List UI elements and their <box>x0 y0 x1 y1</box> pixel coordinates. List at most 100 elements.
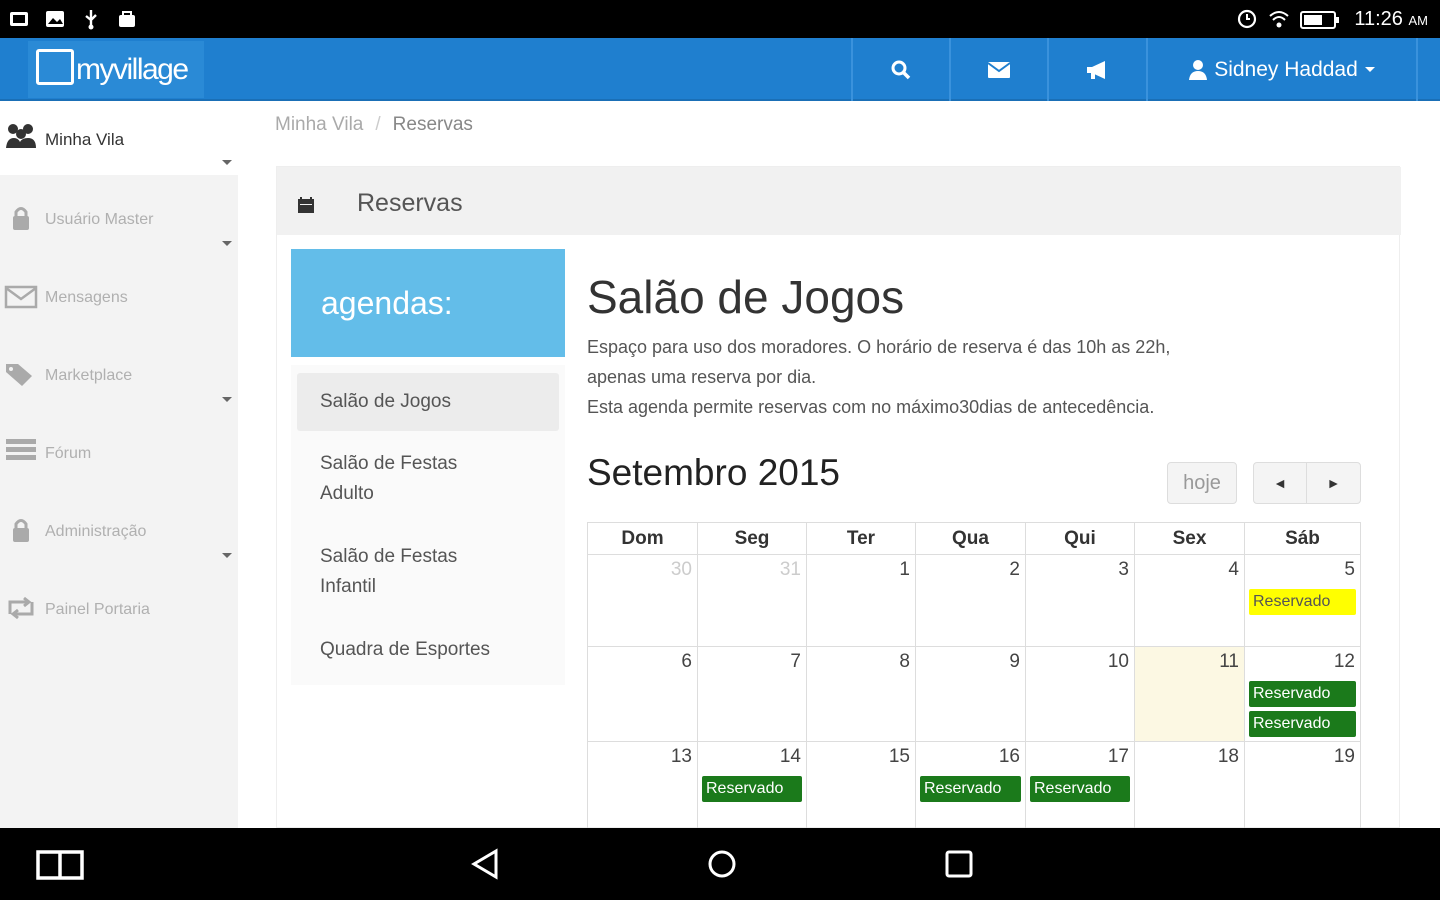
calendar-day[interactable]: 10 <box>1026 647 1135 742</box>
chevron-down-icon <box>1364 66 1375 72</box>
day-number: 8 <box>899 651 910 672</box>
description-line: Esta agenda permite reservas com no máxi… <box>587 397 1155 417</box>
sidebar-item-marketplace[interactable]: Marketplace <box>0 338 238 414</box>
alarm-icon <box>1237 9 1257 29</box>
day-number: 5 <box>1344 559 1355 580</box>
day-number: 6 <box>681 651 692 672</box>
sidebar: Minha Vila Usuário Master Mensagens Mark… <box>0 102 238 828</box>
agenda-item-label: Salão de Festas Adulto <box>320 453 458 504</box>
arrow-left-icon: ◄ <box>1273 475 1287 491</box>
arrow-right-icon: ► <box>1326 475 1341 491</box>
weekday-header: Ter <box>807 523 916 555</box>
weekday-header: Seg <box>698 523 807 555</box>
calendar-month-title: Setembro 2015 <box>587 452 841 493</box>
calendar-day-today[interactable]: 11 <box>1135 647 1245 742</box>
agenda-item-salao-festas-adulto[interactable]: Salão de Festas Adulto <box>297 449 497 509</box>
agenda-item-quadra-esportes[interactable]: Quadra de Esportes <box>297 635 559 665</box>
weekday-header: Qui <box>1026 523 1135 555</box>
day-number: 11 <box>1219 651 1239 672</box>
day-number: 14 <box>779 746 801 767</box>
lock-icon <box>13 207 29 230</box>
caret-down-icon <box>222 160 232 165</box>
prev-month-button[interactable]: ◄ <box>1253 462 1307 504</box>
image-icon <box>46 11 64 27</box>
calendar-day[interactable]: 31 <box>698 555 807 647</box>
reservation-event[interactable]: Reservado <box>1249 711 1356 737</box>
calendar-day[interactable]: 1 <box>807 555 916 647</box>
agenda-item-salao-festas-infantil[interactable]: Salão de Festas Infantil <box>297 542 497 602</box>
calendar-day[interactable]: 19 <box>1245 742 1361 828</box>
reservation-event[interactable]: Reservado <box>920 776 1021 802</box>
calendar-icon <box>298 197 314 213</box>
logo-box-icon <box>36 49 74 85</box>
weekday-header: Sáb <box>1245 523 1361 555</box>
reservation-event[interactable]: Reservado <box>1030 776 1130 802</box>
day-number: 10 <box>1107 651 1129 672</box>
search-icon <box>891 60 911 79</box>
breadcrumb-root[interactable]: Minha Vila <box>275 114 363 135</box>
sidebar-item-label: Minha Vila <box>45 130 125 149</box>
bag-icon <box>119 11 135 27</box>
users-icon <box>6 124 36 148</box>
sidebar-item-usuario-master[interactable]: Usuário Master <box>0 182 238 258</box>
calendar-day[interactable]: 9 <box>916 647 1026 742</box>
brand-logo[interactable]: myvillage <box>28 41 204 98</box>
top-navbar: myvillage Sidney Haddad <box>0 38 1440 101</box>
back-icon[interactable] <box>470 848 500 880</box>
agenda-description: Espaço para uso dos moradores. O horário… <box>587 332 1367 422</box>
day-number: 18 <box>1217 746 1239 767</box>
agenda-item-label: Quadra de Esportes <box>320 639 491 660</box>
sidebar-item-label: Administração <box>45 523 147 540</box>
calendar-day[interactable]: 13 <box>588 742 698 828</box>
sidebar-item-painel-portaria[interactable]: Painel Portaria <box>0 572 238 648</box>
reservation-event[interactable]: Reservado <box>702 776 802 802</box>
calendar-day[interactable]: 14 Reservado <box>698 742 807 828</box>
calendar-day[interactable]: 5 Reservado <box>1245 555 1361 647</box>
calendar-day[interactable]: 30 <box>588 555 698 647</box>
calendar-day[interactable]: 2 <box>916 555 1026 647</box>
today-button[interactable]: hoje <box>1167 462 1237 504</box>
sidebar-item-forum[interactable]: Fórum <box>0 416 238 492</box>
calendar-day[interactable]: 3 <box>1026 555 1135 647</box>
calendar-day[interactable]: 4 <box>1135 555 1245 647</box>
calendar-day[interactable]: 16 Reservado <box>916 742 1026 828</box>
sidebar-item-minha-vila[interactable]: Minha Vila <box>0 102 238 175</box>
reservation-event[interactable]: Reservado <box>1249 589 1356 615</box>
breadcrumb: Minha Vila / Reservas <box>275 114 473 136</box>
sidebar-item-mensagens[interactable]: Mensagens <box>0 260 238 336</box>
day-number: 15 <box>888 746 910 767</box>
next-month-button[interactable]: ► <box>1306 462 1361 504</box>
recents-icon[interactable] <box>944 849 974 879</box>
sidebar-item-label: Marketplace <box>45 367 133 384</box>
calendar-day[interactable]: 7 <box>698 647 807 742</box>
agenda-item-label: Salão de Jogos <box>320 391 451 412</box>
announcements-button[interactable] <box>1047 38 1146 101</box>
description-line: apenas uma reserva por dia. <box>587 367 817 387</box>
list-icon <box>6 439 36 460</box>
reservation-event[interactable]: Reservado <box>1249 681 1356 707</box>
caret-down-icon <box>222 553 232 558</box>
battery-icon <box>1300 11 1339 29</box>
megaphone-icon <box>1086 60 1105 79</box>
day-number: 12 <box>1333 651 1355 672</box>
messages-button[interactable] <box>949 38 1047 101</box>
user-menu[interactable]: Sidney Haddad <box>1146 38 1418 101</box>
day-number: 9 <box>1009 651 1020 672</box>
agenda-item-salao-de-jogos[interactable]: Salão de Jogos <box>297 373 559 431</box>
calendar-day[interactable]: 17 Reservado <box>1026 742 1135 828</box>
gallery-icon <box>10 12 28 26</box>
search-button[interactable] <box>851 38 949 101</box>
calendar-day[interactable]: 18 <box>1135 742 1245 828</box>
calendar-day[interactable]: 6 <box>588 647 698 742</box>
day-number: 4 <box>1228 559 1239 580</box>
day-number: 31 <box>779 559 801 580</box>
panel-header: Reservas <box>277 167 1401 235</box>
split-screen-icon[interactable] <box>36 850 84 880</box>
sidebar-item-administracao[interactable]: Administração <box>0 494 238 570</box>
calendar-day[interactable]: 8 <box>807 647 916 742</box>
calendar-day[interactable]: 15 <box>807 742 916 828</box>
day-number: 1 <box>899 559 910 580</box>
brand-name: myvillage <box>76 53 189 86</box>
calendar-day[interactable]: 12 Reservado Reservado <box>1245 647 1361 742</box>
home-icon[interactable] <box>706 848 738 880</box>
